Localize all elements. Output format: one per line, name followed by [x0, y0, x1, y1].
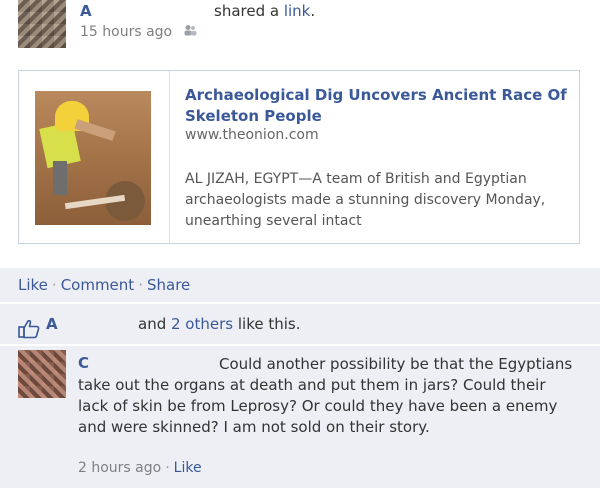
separator: · — [138, 276, 143, 294]
likes-text: and 2 others like this. — [138, 304, 300, 344]
separator: · — [51, 276, 57, 294]
attachment-description: AL JIZAH, EGYPT—A team of British and Eg… — [185, 171, 546, 229]
comment-like-link[interactable]: Like — [174, 460, 202, 476]
comment: Could another possibility be that the Eg… — [0, 346, 600, 488]
story-timestamp: 15 hours ago — [80, 24, 197, 40]
share-link[interactable]: Share — [147, 276, 190, 294]
comment-link[interactable]: Comment — [61, 276, 135, 294]
likes-row: A and 2 others like this. — [0, 304, 600, 344]
friends-icon — [183, 24, 197, 40]
comment-meta: 2 hours ago · Like — [78, 460, 202, 476]
attachment-thumbnail[interactable] — [35, 91, 151, 225]
likes-and: and — [138, 315, 171, 333]
story-action: shared a link. — [214, 2, 315, 20]
author-name-link[interactable]: A — [80, 2, 92, 20]
timestamp-link[interactable]: 15 hours ago — [80, 24, 172, 40]
comment-text: Could another possibility be that the Eg… — [78, 355, 573, 436]
comment-author-link[interactable]: C — [78, 354, 89, 372]
story-header: A shared a link. — [80, 2, 315, 20]
comment-timestamp[interactable]: 2 hours ago — [78, 460, 161, 476]
action-end: . — [310, 2, 316, 20]
separator: · — [165, 460, 170, 476]
others-link[interactable]: 2 others — [171, 315, 233, 333]
like-link[interactable]: Like — [18, 276, 48, 294]
likes-suffix: like this. — [233, 315, 301, 333]
link-attachment[interactable]: Archaeological Dig Uncovers Ancient Race… — [18, 70, 580, 244]
attachment-thumbnail-frame — [19, 71, 170, 243]
shared-link[interactable]: link — [284, 2, 311, 20]
action-text: shared a — [214, 2, 284, 20]
attachment-url: www.theonion.com — [185, 127, 319, 143]
comment-avatar[interactable] — [18, 350, 66, 398]
liker-name-link[interactable]: A — [46, 304, 58, 344]
attachment-title-link[interactable]: Archaeological Dig Uncovers Ancient Race… — [185, 85, 575, 127]
story-actions: Like · Comment · Share — [0, 268, 600, 302]
avatar[interactable] — [18, 0, 66, 48]
